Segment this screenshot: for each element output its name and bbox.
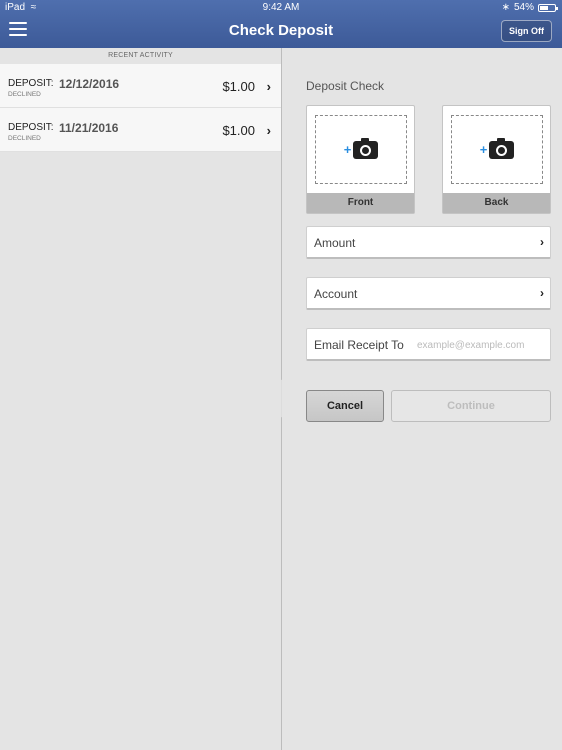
status-bar: iPad ≈ 9:42 AM ∗ 54%	[0, 0, 562, 16]
email-receipt-field: Email Receipt To	[306, 328, 551, 361]
front-capture-button[interactable]: + Front	[306, 105, 415, 214]
recent-activity-header: RECENT ACTIVITY	[108, 52, 173, 59]
activity-row[interactable]: DEPOSIT: 11/21/2016 DECLINED $1.00 ›	[0, 108, 281, 152]
amount-field[interactable]: Amount ›	[306, 226, 551, 259]
page-title: Check Deposit	[228, 22, 334, 39]
email-receipt-label: Email Receipt To	[314, 338, 404, 352]
chevron-right-icon: ›	[540, 235, 544, 249]
nav-bar: iPad ≈ 9:42 AM ∗ 54% Check Deposit Sign …	[0, 0, 562, 48]
continue-button[interactable]: Continue	[391, 390, 551, 422]
chevron-right-icon: ›	[266, 79, 271, 94]
activity-amount: $1.00	[222, 123, 255, 138]
activity-status: DECLINED	[8, 91, 41, 98]
front-capture-area: +	[315, 115, 407, 184]
activity-date: 12/12/2016	[59, 77, 120, 91]
activity-status: DECLINED	[8, 135, 41, 142]
deposit-title: Deposit Check	[306, 79, 385, 93]
bluetooth-icon: ∗	[501, 2, 510, 13]
activity-amount: $1.00	[222, 79, 255, 94]
recent-activity-pane: RECENT ACTIVITY DEPOSIT: 12/12/2016 DECL…	[0, 48, 281, 750]
activity-row[interactable]: DEPOSIT: 12/12/2016 DECLINED $1.00 ›	[0, 64, 281, 108]
activity-type: DEPOSIT:	[8, 122, 54, 133]
email-input[interactable]	[417, 335, 547, 355]
battery-percent: 54%	[513, 2, 534, 13]
chevron-right-icon: ›	[266, 123, 271, 138]
back-capture-area: +	[451, 115, 543, 184]
deposit-pane: Deposit Check + Front + Back Amount › Ac…	[282, 48, 562, 750]
activity-type: DEPOSIT:	[8, 78, 54, 89]
account-label: Account	[314, 287, 358, 301]
sign-off-button[interactable]: Sign Off	[501, 20, 552, 42]
amount-label: Amount	[314, 236, 356, 250]
front-label: Front	[307, 193, 414, 213]
account-field[interactable]: Account ›	[306, 277, 551, 310]
cancel-button[interactable]: Cancel	[306, 390, 384, 422]
status-right: ∗ 54%	[501, 2, 558, 13]
back-capture-button[interactable]: + Back	[442, 105, 551, 214]
plus-icon: +	[343, 142, 352, 157]
plus-icon: +	[479, 142, 488, 157]
chevron-right-icon: ›	[540, 286, 544, 300]
activity-date: 11/21/2016	[59, 121, 119, 135]
battery-icon	[538, 3, 558, 12]
camera-icon	[353, 137, 379, 159]
back-label: Back	[443, 193, 550, 213]
status-time: 9:42 AM	[262, 2, 300, 13]
camera-icon	[489, 137, 515, 159]
